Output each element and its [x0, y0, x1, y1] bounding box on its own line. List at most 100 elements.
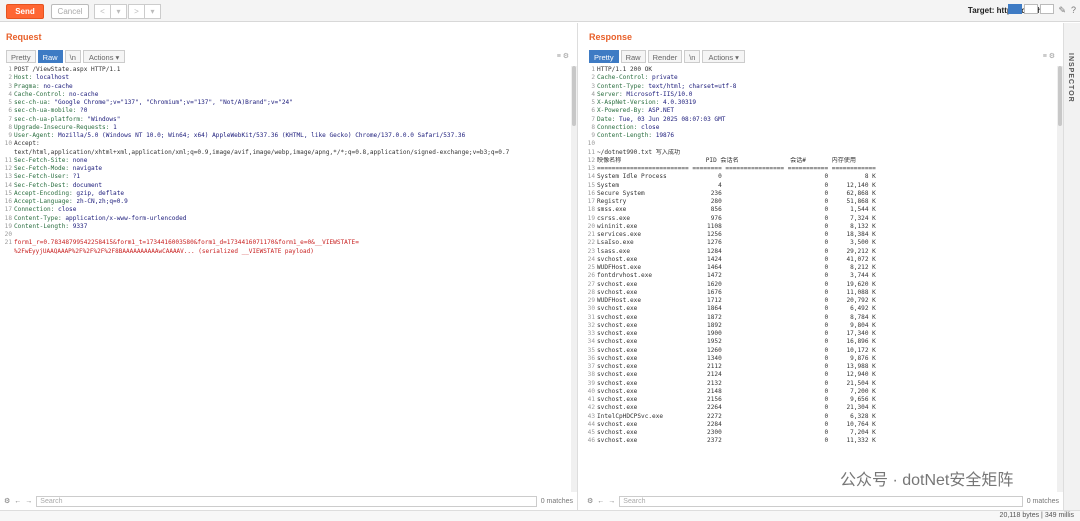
- tab-raw[interactable]: Raw: [37, 50, 63, 63]
- line-key: Accept:: [14, 140, 44, 148]
- help-icon[interactable]: ?: [1071, 5, 1076, 15]
- response-tabs: Pretty Raw Render \n Actions ▾: [589, 50, 745, 63]
- line-number: 12: [4, 165, 12, 172]
- code-line: 11 Sec-Fetch-Site: none: [4, 157, 573, 165]
- request-settings-icon[interactable]: ≡ ⚙: [557, 52, 569, 60]
- response-search-input[interactable]: Search: [619, 495, 1023, 507]
- code-line: 19 Content-Length: 9337: [4, 223, 573, 231]
- line-key: Date:: [597, 115, 620, 123]
- layout-side-by-side-button[interactable]: [1008, 4, 1022, 14]
- line-key: svchost.exe 1872 0 8,784 K: [597, 313, 876, 321]
- line-key: svchost.exe 1900 0 17,340 K: [597, 330, 876, 337]
- layout-top-bottom-button[interactable]: [1024, 4, 1038, 14]
- line-number: 27: [587, 280, 595, 288]
- line-key: Cache-Control:: [597, 74, 653, 82]
- request-tabs: Pretty Raw \n Actions ▾: [6, 50, 126, 63]
- line-number: 45: [587, 429, 595, 436]
- line-value: 1: [113, 123, 117, 131]
- line-number: 17: [587, 198, 595, 205]
- edit-icon[interactable]: ✎: [1058, 5, 1066, 16]
- prev-match-icon[interactable]: ←: [14, 498, 21, 505]
- tab-render[interactable]: Render: [647, 50, 683, 63]
- next-match-icon[interactable]: →: [608, 498, 615, 505]
- inspector-sidebar[interactable]: INSPECTOR: [1063, 23, 1080, 510]
- line-number: 35: [587, 346, 595, 354]
- response-settings-icon[interactable]: ≡ ⚙: [1043, 52, 1055, 60]
- tab-raw[interactable]: Raw: [620, 50, 646, 63]
- line-number: 5: [591, 99, 595, 106]
- target-label: Target:: [967, 6, 995, 15]
- line-number: 37: [587, 363, 595, 370]
- tab-pretty[interactable]: Pretty: [6, 50, 36, 63]
- prev-match-icon[interactable]: ←: [597, 498, 604, 505]
- line-key: Upgrade-Insecure-Requests:: [14, 123, 114, 131]
- line-key: 映像名称 PID 会话名 会话# 内存使用: [597, 156, 856, 164]
- line-key: Registry 280 0 51,868 K: [597, 198, 876, 205]
- send-button[interactable]: Send: [6, 4, 44, 19]
- code-line: 6 sec-ch-ua-mobile: ?0: [4, 107, 573, 115]
- code-line: 39 svchost.exe 2132 0 21,504 K: [587, 380, 1059, 388]
- line-value: application/x-www-form-urlencoded: [65, 214, 187, 222]
- code-line: 34 svchost.exe 1952 0 16,896 K: [587, 338, 1059, 346]
- forward-button[interactable]: >: [128, 4, 145, 19]
- line-number: 20: [587, 222, 595, 230]
- line-number: 28: [587, 288, 595, 296]
- request-editor[interactable]: 1 POST /ViewState.aspx HTTP/1.1 2 Host: loc…: [4, 66, 573, 492]
- tab-newline[interactable]: \n: [64, 50, 81, 63]
- line-number: 26: [587, 272, 595, 280]
- line-key: svchost.exe 2148 0 7,200 K: [597, 387, 876, 395]
- code-line: 14 Sec-Fetch-Dest: document: [4, 182, 573, 190]
- response-editor[interactable]: 1 HTTP/1.1 200 OK 2 Cache-Control: private 3…: [587, 66, 1059, 492]
- line-number: 7: [8, 115, 12, 123]
- cancel-button[interactable]: Cancel: [51, 4, 89, 19]
- line-value: navigate: [72, 165, 103, 172]
- code-line: 26 fontdrvhost.exe 1472 0 3,744 K: [587, 272, 1059, 280]
- line-key: WUDFHost.exe 1464 0 8,212 K: [597, 264, 876, 271]
- line-number: 31: [587, 313, 595, 321]
- code-line: 15 Accept-Encoding: gzip, deflate: [4, 190, 573, 198]
- line-value: Mozilla/5.0 (Windows NT 10.0; Win64; x64…: [58, 132, 466, 139]
- line-key: ========================= ======== =====…: [597, 165, 876, 172]
- status-bar: 20,118 bytes | 349 millis: [0, 510, 1080, 521]
- request-scrollbar[interactable]: [571, 66, 577, 492]
- back-history-dropdown[interactable]: ▾: [110, 4, 127, 19]
- code-line: 4 Cache-Control: no-cache: [4, 91, 573, 99]
- line-key: ~/dotnet990.txt 写入成功: [597, 148, 681, 156]
- code-line: 28 svchost.exe 1676 0 11,088 K: [587, 289, 1059, 297]
- next-match-icon[interactable]: →: [25, 498, 32, 505]
- code-line: 43 IntelCpHDCPSvc.exe 2272 0 6,328 K: [587, 413, 1059, 421]
- actions-dropdown[interactable]: Actions ▾: [82, 50, 126, 63]
- request-search-bar: ⚙ ← → Search 0 matches: [4, 494, 573, 508]
- settings-icon[interactable]: ⚙: [4, 497, 10, 505]
- line-number: 41: [587, 396, 595, 403]
- line-value: zh-CN,zh;q=0.9: [76, 198, 128, 205]
- line-number: 43: [587, 412, 595, 420]
- code-line: 4 Server: Microsoft-IIS/10.0: [587, 91, 1059, 99]
- request-pane: Request Pretty Raw \n Actions ▾ ≡ ⚙ 1 POS…: [0, 23, 578, 510]
- line-key: X-AspNet-Version:: [597, 99, 664, 106]
- tab-newline[interactable]: \n: [684, 50, 701, 63]
- line-value: "Windows": [87, 115, 121, 123]
- line-number: 7: [591, 115, 595, 123]
- code-line: 42 svchost.exe 2264 0 21,304 K: [587, 404, 1059, 412]
- code-line: 12 Sec-Fetch-Mode: navigate: [4, 165, 573, 173]
- line-number: 1: [8, 66, 12, 73]
- tab-pretty[interactable]: Pretty: [589, 50, 619, 63]
- actions-dropdown[interactable]: Actions ▾: [702, 50, 745, 63]
- line-number: [4, 149, 14, 157]
- request-search-input[interactable]: Search: [36, 495, 537, 507]
- line-key: Accept-Encoding:: [14, 189, 77, 197]
- line-key: Content-Type:: [14, 214, 66, 222]
- code-line: 38 svchost.exe 2124 0 12,940 K: [587, 371, 1059, 379]
- line-number: 13: [4, 173, 12, 181]
- back-button[interactable]: <: [94, 4, 111, 19]
- line-value: ?0: [80, 107, 88, 115]
- line-number: 4: [591, 90, 595, 98]
- line-number: 34: [587, 338, 595, 346]
- code-line: 16 Secure System 236 0 62,868 K: [587, 190, 1059, 198]
- forward-history-dropdown[interactable]: ▾: [144, 4, 161, 19]
- line-number: 5: [8, 99, 12, 106]
- layout-tabs-button[interactable]: [1040, 4, 1054, 14]
- code-line: 12 映像名称 PID 会话名 会话# 内存使用: [587, 157, 1059, 165]
- settings-icon[interactable]: ⚙: [587, 497, 593, 505]
